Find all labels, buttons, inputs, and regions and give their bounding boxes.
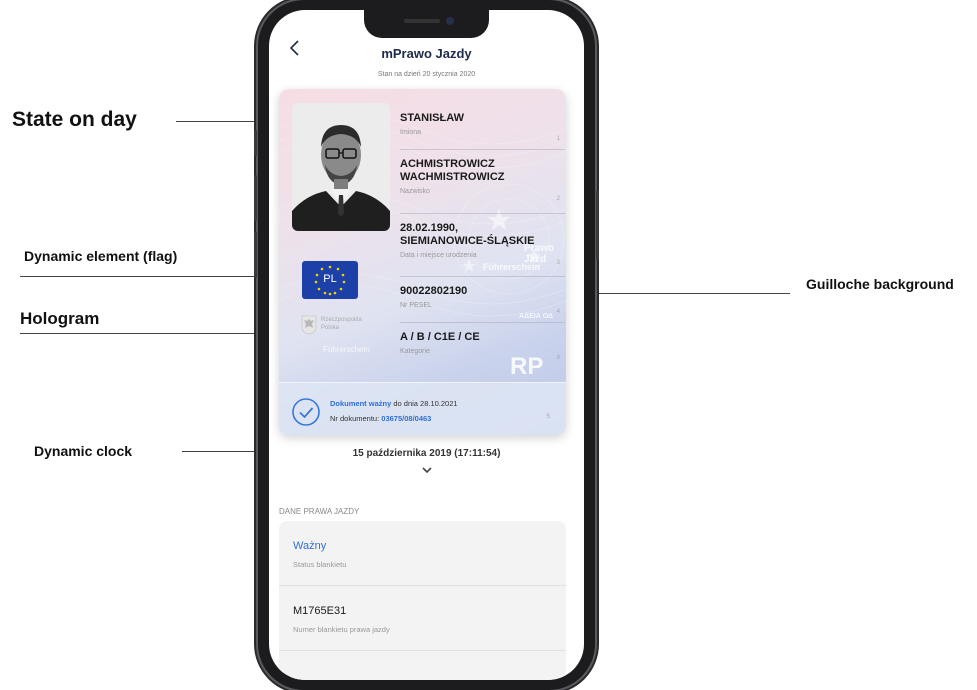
annotation-hologram: Hologram [20, 309, 100, 328]
volume-down-button [254, 232, 257, 278]
notch [364, 10, 489, 38]
field-first-name: STANISŁAW Imiona 1 [400, 112, 560, 142]
phone-screen: mPrawo Jazdy Stan na dzień 20 stycznia 2… [269, 10, 584, 680]
overlay-rp: RP [510, 353, 544, 380]
annotation-line-clock [182, 451, 262, 452]
list-divider [279, 650, 566, 651]
volume-up-button [254, 175, 257, 221]
mute-switch [254, 130, 257, 156]
power-button [596, 190, 599, 260]
overlay-greek: ΑΔΕΙΑ ΟΔ [519, 313, 553, 320]
hologram: Führerschein [323, 345, 370, 354]
dynamic-clock: 15 października 2019 (17:11:54) [352, 448, 501, 459]
document-number: Nr dokumentu: 03675/08/0463 [330, 414, 431, 423]
annotation-dynamic-flag: Dynamic element (flag) [24, 248, 178, 264]
field-categories: A / B / C1E / CE Kategorie 9 [400, 331, 560, 361]
field-surname: ACHMISTROWICZ WACHMISTROWICZ Nazwisko 2 [400, 158, 560, 202]
validity-label: Dokument ważny [330, 399, 392, 408]
details-list: Ważny Status blankietu M1765E31 Numer bl… [279, 521, 566, 680]
validity-text: Dokument ważny do dnia 28.10.2021 [330, 399, 458, 408]
annotation-state-on-day: State on day [12, 108, 137, 131]
overlay-fuhrerschein: Führerschein [483, 262, 541, 272]
validity-section: Dokument ważny do dnia 28.10.2021 Nr dok… [279, 382, 566, 435]
annotation-dynamic-clock: Dynamic clock [34, 443, 133, 459]
list-item-status[interactable]: Ważny Status blankietu [279, 521, 566, 585]
field-birth: 28.02.1990, SIEMIANOWICE-ŚLĄSKIE Data i … [400, 222, 560, 266]
phone-frame: mPrawo Jazdy Stan na dzień 20 stycznia 2… [254, 0, 599, 690]
country-code: PL [323, 273, 337, 285]
section-title: DANE PRAWA JAZDY [279, 507, 360, 516]
chevron-down-icon[interactable] [421, 465, 433, 475]
field-pesel: 90022802190 Nr PESEL 4 [400, 285, 560, 315]
field-divider [400, 149, 565, 150]
holder-photo [292, 103, 390, 231]
document-number-value: 03675/08/0463 [381, 414, 432, 423]
annotation-line-hologram [20, 333, 290, 334]
page-title: mPrawo Jazdy [381, 46, 472, 61]
field-divider [400, 322, 565, 323]
annotation-line-state [176, 121, 260, 122]
annotation-guilloche: Guilloche background [806, 276, 954, 292]
eu-flag: PL [302, 261, 358, 299]
blank-number-label: Numer blankietu prawa jazdy [293, 625, 390, 634]
license-card: PL Rzeczpospolita Polska Führerschein Pr… [279, 89, 566, 435]
state-date: Stan na dzień 20 stycznia 2020 [377, 71, 476, 78]
status-label: Status blankietu [293, 560, 347, 569]
annotation-line-flag [20, 276, 255, 277]
field-divider [400, 276, 565, 277]
validity-index: 5 [546, 414, 550, 420]
front-camera [446, 17, 454, 25]
speaker [404, 19, 440, 23]
field-divider [400, 213, 565, 214]
check-circle-icon [292, 398, 320, 426]
emblem-caption: Rzeczpospolita Polska [321, 317, 362, 331]
person-portrait-icon [292, 103, 390, 231]
polish-eagle-icon [301, 315, 317, 335]
list-item-blank-number[interactable]: M1765E31 Numer blankietu prawa jazdy [279, 586, 566, 650]
document-number-label: Nr dokumentu: [330, 414, 382, 423]
blank-number-value: M1765E31 [293, 605, 347, 617]
status-value: Ważny [293, 540, 327, 552]
validity-date: do dnia 28.10.2021 [391, 399, 458, 408]
